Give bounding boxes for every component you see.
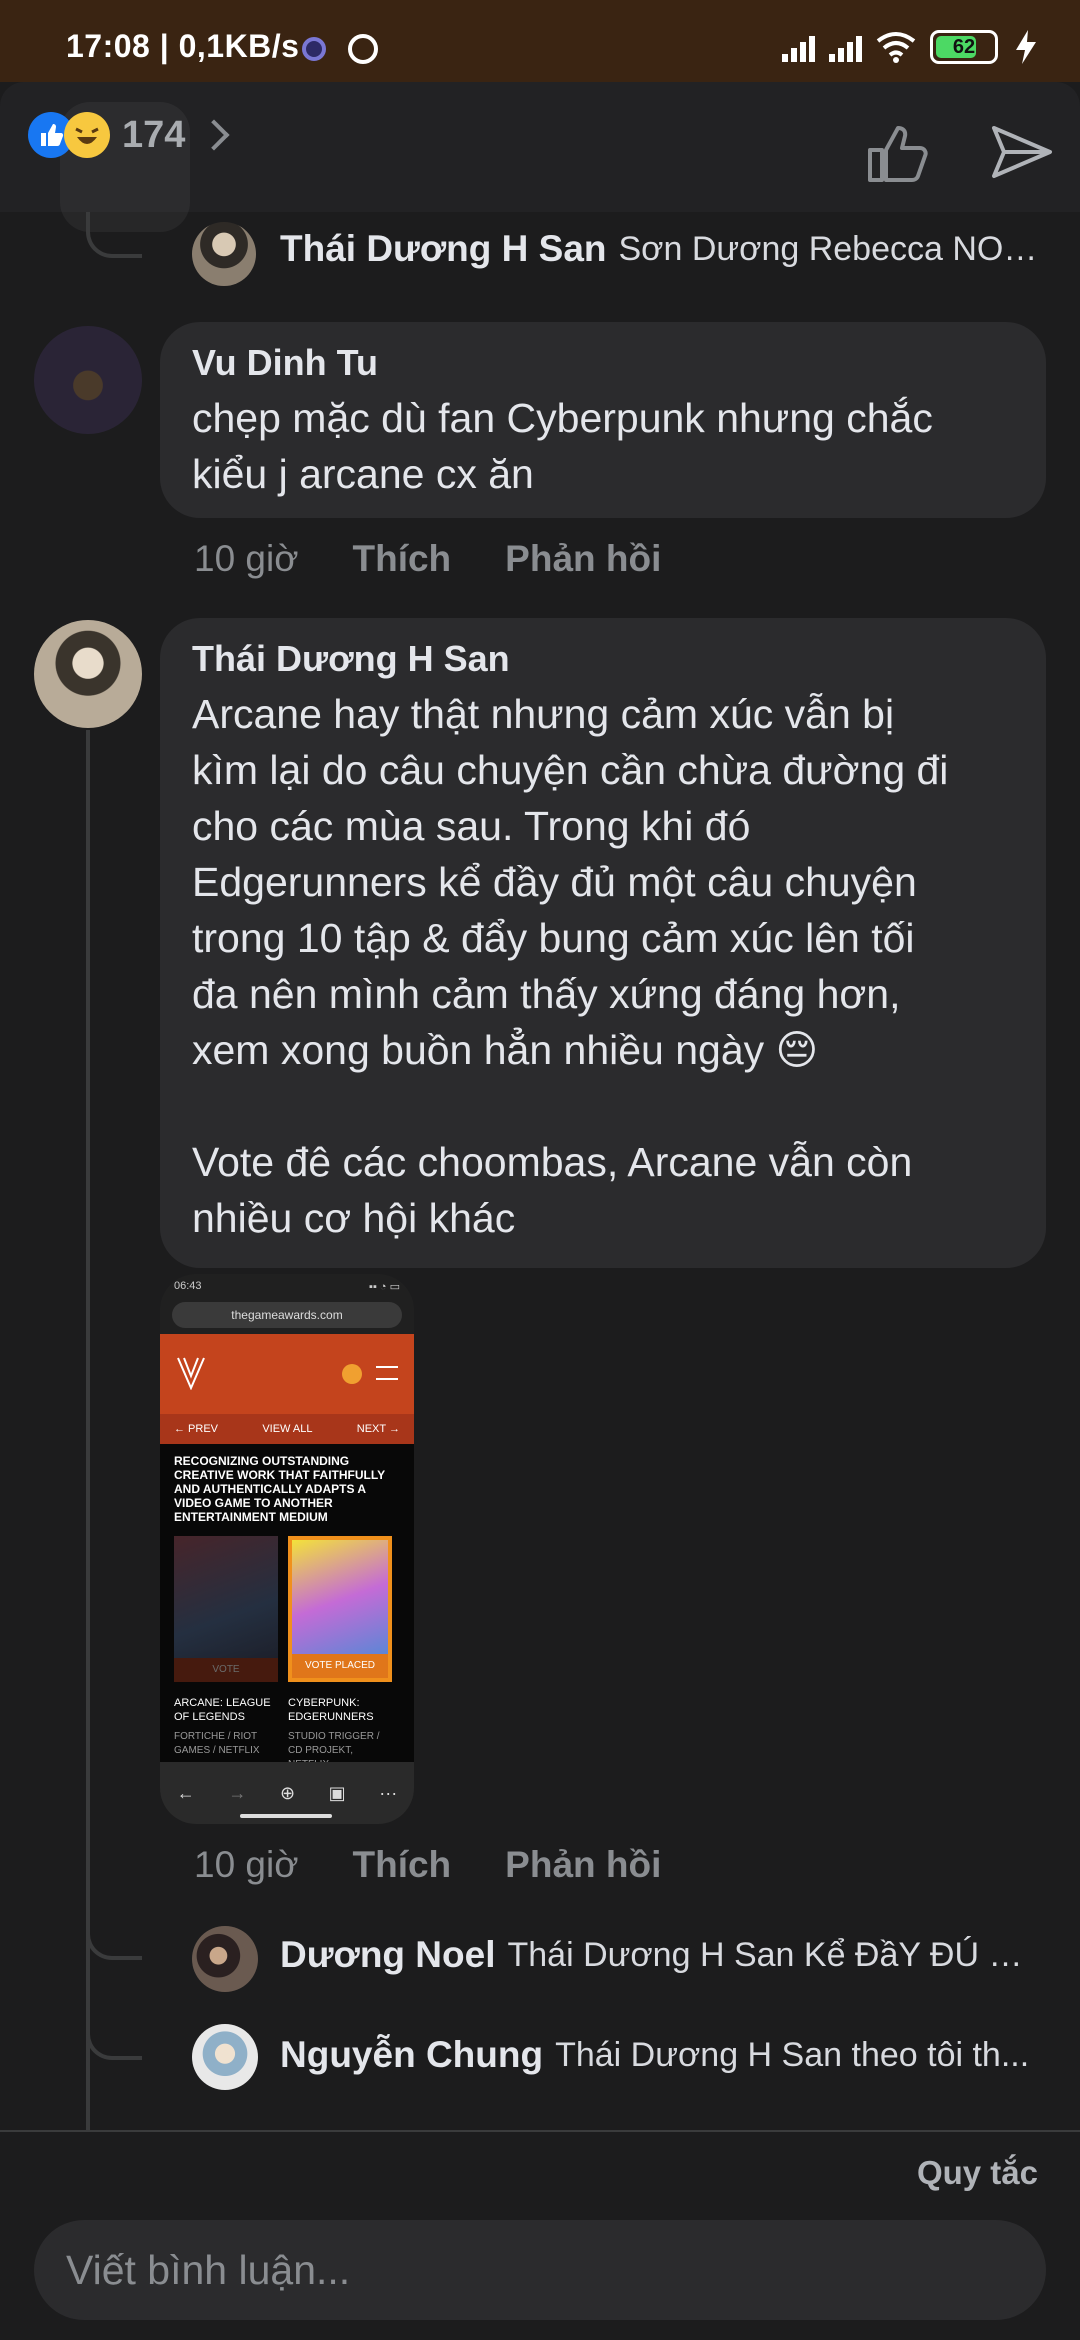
comment-author[interactable]: Vu Dinh Tu [192,342,1014,384]
comment-bubble[interactable]: Vu Dinh Tu chẹp mặc dù fan Cyberpunk như… [160,322,1046,518]
comment-author[interactable]: Thái Dương H San [192,638,1014,680]
haha-reaction-icon [64,112,110,158]
reply-author[interactable]: Thái Dương H San [280,228,607,270]
attachment-prev: ← PREV [174,1423,219,1435]
like-icon[interactable] [866,124,930,184]
comment-footer: Quy tắc Viết bình luận... [0,2130,1080,2340]
reply-snippet: Thái Dương H San Kể ĐầY ĐÚ m... [507,1935,1042,1974]
notification-circle-icon [348,34,378,64]
thread-connector [86,2014,142,2060]
thread-connector [86,1914,142,1960]
nominee-title: ARCANE: LEAGUE OF LEGENDS [174,1697,271,1723]
comment-bubble[interactable]: Thái Dương H San Arcane hay thật nhưng c… [160,618,1046,1268]
status-time: 17:08 | 0,1KB/s [66,28,300,64]
reactions-summary[interactable]: 174 [28,102,230,232]
comment-image-attachment[interactable]: 06:43 ▪▪ ◔ ▭ thegameawards.com ← PREV VIE… [160,1274,414,1824]
comment-time: 10 giờ [194,1844,299,1885]
home-indicator [240,1814,332,1818]
battery-level: 62 [952,35,976,58]
comment-text: Arcane hay thật nhưng cảm xúc vẫn bị kìm… [192,691,949,1241]
hamburger-icon [376,1366,398,1380]
signal-icon [782,32,815,62]
reply-preview[interactable]: Thái Dương H San Sơn Dương Rebecca NOO..… [192,228,1042,270]
send-icon[interactable] [990,122,1054,182]
comment-actions: 10 giờ Thích Phản hồi [194,1844,661,1886]
signal-icon-2 [829,32,862,62]
tabs-icon: ▣ [328,1782,346,1803]
like-link[interactable]: Thích [353,1844,452,1886]
notification-app-icon [302,37,326,61]
avatar[interactable] [34,326,142,434]
forward-arrow-icon: → [228,1782,247,1803]
menu-dot-icon [342,1364,362,1384]
attachment-headline: Recognizing outstanding creative work th… [174,1454,385,1524]
nominee-studio: FORTICHE / RIOT GAMES / NETFLIX [174,1731,260,1756]
attachment-banner [160,1334,414,1414]
comment-text: chẹp mặc dù fan Cyberpunk nhưng chắc kiể… [192,395,933,497]
comment-actions: 10 giờ Thích Phản hồi [194,538,661,580]
attachment-view-all: VIEW ALL [262,1423,313,1435]
reply-link[interactable]: Phản hồi [505,1844,661,1886]
chevron-right-icon [198,119,230,151]
status-bar: 17:08 | 0,1KB/s 62 [0,0,1080,82]
vote-placed-button: VOTE PLACED [292,1654,388,1678]
new-tab-icon: ⊕ [279,1782,296,1803]
attachment-url: thegameawards.com [172,1302,402,1328]
rules-link[interactable]: Quy tắc [917,2154,1038,2192]
nominee-card-edgerunners: VOTE PLACED [288,1536,392,1682]
attachment-time: 06:43 [174,1280,202,1292]
game-awards-logo-icon [177,1357,205,1390]
reply-snippet: Sơn Dương Rebecca NOO... [618,229,1043,268]
more-icon: ··· [379,1782,398,1803]
wifi-icon [876,32,916,63]
reply-snippet: Thái Dương H San theo tôi th... [555,2035,1030,2074]
reply-author[interactable]: Dương Noel [280,1934,495,1976]
nominee-card-arcane: VOTE [174,1536,278,1682]
avatar[interactable] [34,620,142,728]
vote-button: VOTE [174,1658,278,1682]
comments-header: 174 [0,82,1080,232]
battery-icon: 62 [930,30,998,64]
nominee-title: CYBERPUNK: EDGERUNNERS [288,1697,374,1723]
attachment-status-icons: ▪▪ ◔ ▭ [369,1281,400,1293]
reply-link[interactable]: Phản hồi [505,538,661,580]
reply-author[interactable]: Nguyễn Chung [280,2034,543,2076]
back-arrow-icon: ← [176,1782,195,1803]
attachment-next: NEXT → [356,1423,400,1435]
reply-preview[interactable]: Dương Noel Thái Dương H San Kể ĐầY ĐÚ m.… [192,1934,1042,1976]
like-link[interactable]: Thích [353,538,452,580]
comment-time: 10 giờ [194,538,299,579]
thread-connector [86,212,142,258]
comment-input[interactable]: Viết bình luận... [34,2220,1046,2320]
charging-icon [1016,30,1036,64]
reply-preview[interactable]: Nguyễn Chung Thái Dương H San theo tôi t… [192,2034,1042,2076]
